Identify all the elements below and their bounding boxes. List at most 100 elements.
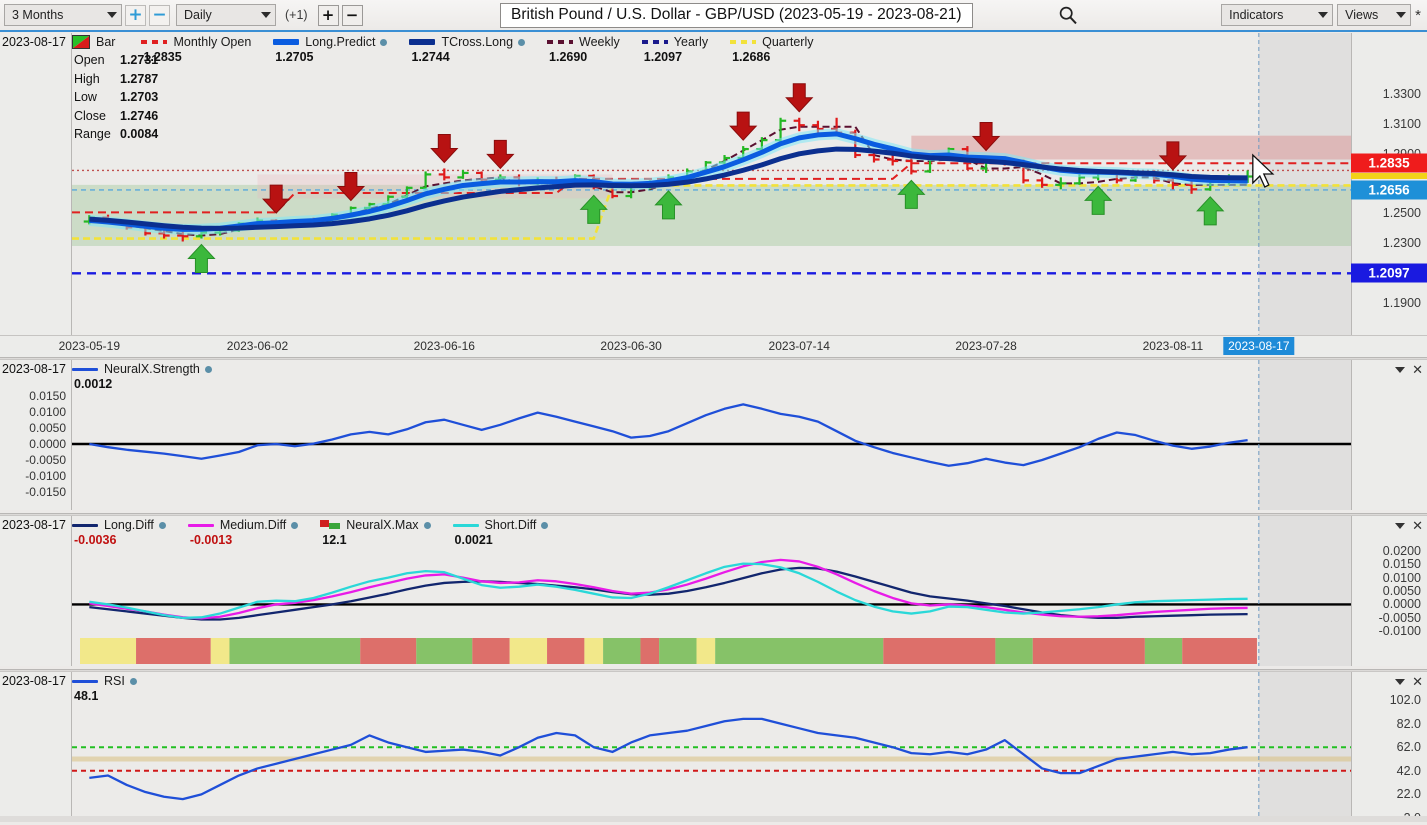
price-chart-panel[interactable]: 1.33001.31001.29001.25001.23001.19001.28… <box>0 33 1427 335</box>
sub-axis-tick: 0.0150 <box>1383 557 1421 571</box>
chevron-down-icon <box>107 12 117 18</box>
long-diff-panel-controls[interactable]: ✕ <box>1395 518 1423 534</box>
views-select-label: Views <box>1345 8 1386 22</box>
bars-plus-button[interactable]: + <box>318 5 339 26</box>
sub-axis-tick: -0.0050 <box>25 453 66 467</box>
ohlc-row: Open1.2731 <box>74 51 158 70</box>
x-axis-tick: 2023-06-16 <box>414 339 475 353</box>
chevron-down-icon <box>1318 12 1328 18</box>
price-tag[interactable]: 1.2835 <box>1351 154 1427 173</box>
x-axis-tick: 2023-06-30 <box>600 339 661 353</box>
rsi-axis-right: 102.082.062.042.022.02.0 <box>1351 672 1427 822</box>
x-axis-selected-date[interactable]: 2023-08-17 <box>1223 337 1294 355</box>
chevron-down-icon[interactable] <box>1395 523 1405 529</box>
chevron-down-icon[interactable] <box>1395 679 1405 685</box>
interval-select-label: Daily <box>184 8 251 22</box>
range-select[interactable]: 3 Months <box>4 4 122 26</box>
rsi-chart-svg <box>72 672 1351 822</box>
zoom-out-button[interactable]: − <box>149 5 170 26</box>
sub-axis-tick: 62.0 <box>1397 740 1421 754</box>
price-axis-tick: 1.3100 <box>1383 117 1421 131</box>
sub-axis-tick: -0.0150 <box>25 485 66 499</box>
ohlc-value: 1.2787 <box>120 70 158 89</box>
top-toolbar: 3 Months + − Daily (+1) + − British Poun… <box>0 0 1427 31</box>
x-axis-tick: 2023-06-02 <box>227 339 288 353</box>
symbol-input[interactable]: British Pound / U.S. Dollar - GBP/USD (2… <box>500 3 973 28</box>
ohlc-row: Low1.2703 <box>74 88 158 107</box>
long-diff-panel[interactable]: 0.02000.01500.01000.00500.0000-0.0050-0.… <box>0 516 1427 666</box>
ohlc-value: 1.2746 <box>120 107 158 126</box>
sub-axis-tick: 0.0100 <box>29 405 66 419</box>
ohlc-row: Range0.0084 <box>74 125 158 144</box>
sub-axis-tick: 42.0 <box>1397 764 1421 778</box>
x-axis-tick: 2023-08-11 <box>1143 339 1204 353</box>
neuralx-panel-controls[interactable]: ✕ <box>1395 362 1423 378</box>
sub-axis-tick: 0.0050 <box>1383 584 1421 598</box>
offset-label: (+1) <box>285 8 308 22</box>
quarterly-price-tag <box>1351 173 1427 179</box>
neuralx-axis-left: 0.0150 0.0100 0.0050 0.0000 -0.0050 -0.0100 -0… <box>0 360 72 510</box>
indicators-select[interactable]: Indicators <box>1221 4 1333 26</box>
sub-axis-tick: -0.0100 <box>1379 624 1421 638</box>
ohlc-value: 0.0084 <box>120 125 158 144</box>
sub-axis-tick: 0.0150 <box>29 389 66 403</box>
neuralx-strength-panel[interactable]: 0.0150 0.0100 0.0050 0.0000 -0.0050 -0.0100 -0… <box>0 360 1427 510</box>
sub-axis-tick: 82.0 <box>1397 717 1421 731</box>
symbol-text: British Pound / U.S. Dollar - GBP/USD (2… <box>511 6 962 24</box>
search-icon[interactable] <box>1058 5 1078 25</box>
long-diff-axis-right: 0.02000.01500.01000.00500.0000-0.0050-0.… <box>1351 516 1427 666</box>
ohlc-readout: Open1.2731High1.2787Low1.2703Close1.2746… <box>74 51 158 144</box>
price-tag[interactable]: 1.2097 <box>1351 264 1427 283</box>
rsi-panel-controls[interactable]: ✕ <box>1395 674 1423 690</box>
ohlc-key: Low <box>74 88 120 107</box>
chevron-down-icon[interactable] <box>1395 367 1405 373</box>
sub-axis-tick: 0.0100 <box>1383 571 1421 585</box>
sub-axis-tick: 0.0000 <box>29 437 66 451</box>
chevron-down-icon <box>261 12 271 18</box>
rsi-axis-left <box>0 672 72 822</box>
long-diff-plot-area[interactable] <box>72 516 1351 666</box>
x-axis-tick: 2023-07-14 <box>769 339 830 353</box>
toolbar-right-group: Indicators Views * <box>1221 4 1427 26</box>
indicators-select-label: Indicators <box>1229 8 1308 22</box>
sub-axis-tick: -0.0100 <box>25 469 66 483</box>
ohlc-key: Range <box>74 125 120 144</box>
rsi-panel[interactable]: 102.082.062.042.022.02.0 2023-08-17 RSI4… <box>0 672 1427 822</box>
price-chart-svg <box>72 33 1351 335</box>
favorite-icon[interactable]: * <box>1411 7 1425 24</box>
sub-axis-tick: 0.0000 <box>1383 597 1421 611</box>
price-axis-tick: 1.2300 <box>1383 236 1421 250</box>
close-icon[interactable]: ✕ <box>1412 362 1423 378</box>
long-diff-chart-svg <box>72 516 1351 666</box>
ohlc-row: High1.2787 <box>74 70 158 89</box>
neuralx-axis-right <box>1351 360 1427 510</box>
close-icon[interactable]: ✕ <box>1412 518 1423 534</box>
ohlc-value: 1.2703 <box>120 88 158 107</box>
price-panel-left-gutter <box>0 33 72 335</box>
range-select-label: 3 Months <box>12 8 97 22</box>
x-axis-tick: 2023-05-19 <box>59 339 120 353</box>
chevron-down-icon <box>1396 12 1406 18</box>
ohlc-key: High <box>74 70 120 89</box>
ohlc-key: Open <box>74 51 120 70</box>
neuralx-chart-svg <box>72 360 1351 510</box>
bottom-strip <box>0 816 1427 822</box>
interval-select[interactable]: Daily <box>176 4 276 26</box>
ohlc-value: 1.2731 <box>120 51 158 70</box>
long-diff-axis-left <box>0 516 72 666</box>
price-axis-tick: 1.1900 <box>1383 296 1421 310</box>
ohlc-row: Close1.2746 <box>74 107 158 126</box>
price-axis-right[interactable]: 1.33001.31001.29001.25001.23001.19001.28… <box>1351 33 1427 335</box>
rsi-plot-area[interactable] <box>72 672 1351 822</box>
price-plot-area[interactable] <box>72 33 1351 335</box>
close-icon[interactable]: ✕ <box>1412 674 1423 690</box>
zoom-in-button[interactable]: + <box>125 5 146 26</box>
price-tag[interactable]: 1.2656 <box>1351 180 1427 199</box>
sub-axis-tick: 22.0 <box>1397 787 1421 801</box>
sub-axis-tick: 0.0050 <box>29 421 66 435</box>
neuralx-plot-area[interactable] <box>72 360 1351 510</box>
views-select[interactable]: Views <box>1337 4 1411 26</box>
bars-minus-button[interactable]: − <box>342 5 363 26</box>
x-axis-tick: 2023-07-28 <box>955 339 1016 353</box>
price-x-axis[interactable]: 2023-05-19 2023-06-02 2023-06-16 2023-06-30… <box>0 335 1427 359</box>
